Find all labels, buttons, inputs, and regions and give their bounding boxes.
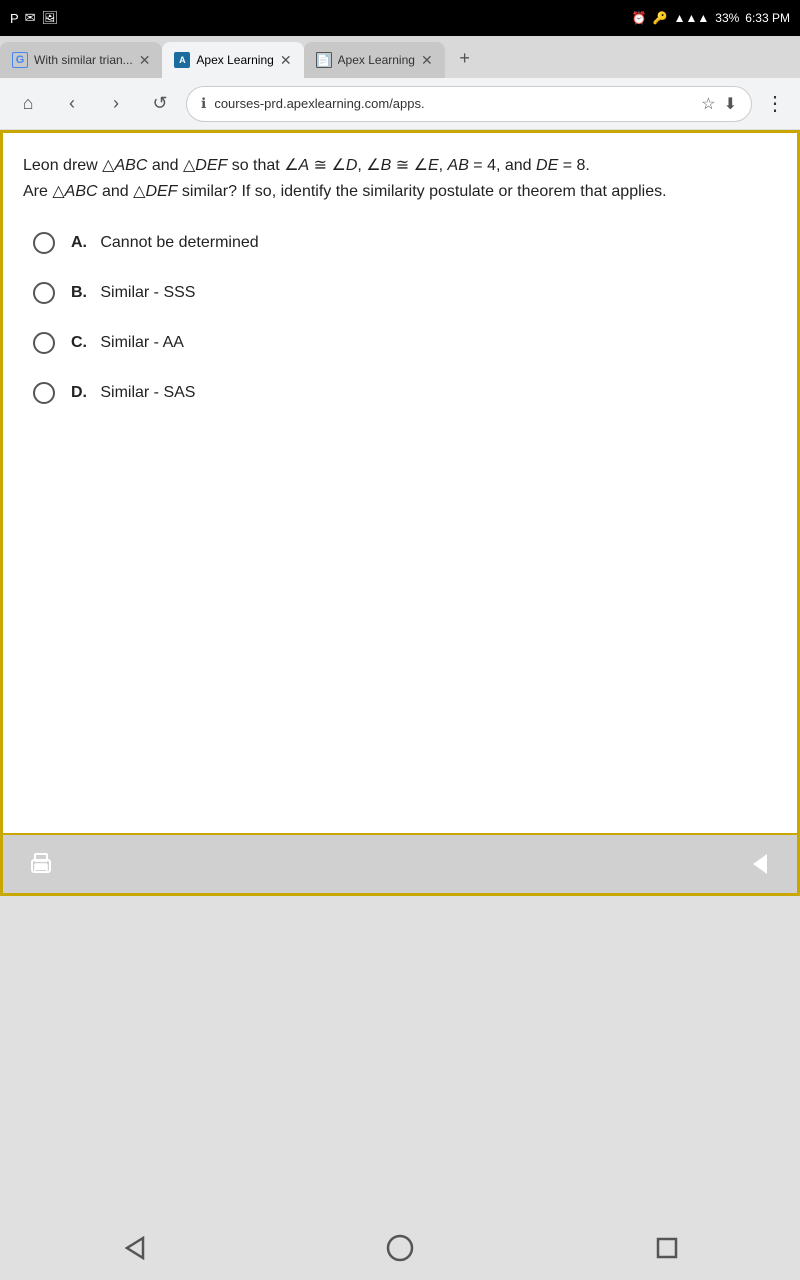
tab-google[interactable]: G With similar trian... ✕ <box>0 42 162 78</box>
android-back-button[interactable] <box>108 1223 158 1273</box>
android-recents-icon <box>649 1230 685 1266</box>
clock: 6:33 PM <box>745 11 790 25</box>
back-arrow-button[interactable] <box>737 842 781 886</box>
info-icon: ℹ <box>201 95 206 112</box>
signal-bars: ▲▲▲ <box>674 11 710 25</box>
battery-percent: 33% <box>715 11 739 25</box>
option-b-label: B. Similar - SSS <box>71 284 195 302</box>
android-nav-bar <box>0 1215 800 1280</box>
option-a-label: A. Cannot be determined <box>71 234 259 252</box>
tab-apex2[interactable]: 📄 Apex Learning ✕ <box>304 42 445 78</box>
tab-apex1-close[interactable]: ✕ <box>280 52 292 69</box>
android-home-button[interactable] <box>375 1223 425 1273</box>
option-c[interactable]: C. Similar - AA <box>33 332 777 354</box>
content-area: Leon drew △ABC and △DEF so that ∠A ≅ ∠D,… <box>0 130 800 896</box>
alarm-icon: ⏰ <box>632 11 647 25</box>
tab-google-label: With similar trian... <box>34 53 133 67</box>
option-c-label: C. Similar - AA <box>71 334 184 352</box>
download-icon[interactable]: ⬇ <box>724 94 737 114</box>
new-tab-button[interactable]: + <box>447 42 483 78</box>
apex1-tab-icon: A <box>174 52 190 68</box>
address-bar[interactable]: ℹ courses-prd.apexlearning.com/apps. ☆ ⬇ <box>186 86 752 122</box>
printer-icon <box>27 850 55 878</box>
tabs-row: G With similar trian... ✕ A Apex Learnin… <box>0 36 800 78</box>
question-container: Leon drew △ABC and △DEF so that ∠A ≅ ∠D,… <box>3 133 797 833</box>
question-text: Leon drew △ABC and △DEF so that ∠A ≅ ∠D,… <box>23 153 777 204</box>
status-left-icons: P ✉ 🖼 <box>10 10 58 26</box>
android-recents-button[interactable] <box>642 1223 692 1273</box>
android-back-icon <box>115 1230 151 1266</box>
bookmark-icon[interactable]: ☆ <box>701 94 715 114</box>
android-home-icon <box>382 1230 418 1266</box>
back-button[interactable]: ‹ <box>54 86 90 122</box>
vpn-icon: 🔑 <box>653 11 668 25</box>
print-button[interactable] <box>19 842 63 886</box>
address-text: courses-prd.apexlearning.com/apps. <box>214 96 693 111</box>
pocket-icon: P <box>10 11 19 26</box>
mail-icon: ✉ <box>25 10 36 26</box>
gray-section <box>0 896 800 1191</box>
navigation-bar: ⌂ ‹ › ↺ ℹ courses-prd.apexlearning.com/a… <box>0 78 800 130</box>
apex2-tab-icon: 📄 <box>316 52 332 68</box>
answer-options: A. Cannot be determined B. Similar - SSS… <box>33 232 777 404</box>
refresh-button[interactable]: ↺ <box>142 86 178 122</box>
radio-d[interactable] <box>33 382 55 404</box>
option-a[interactable]: A. Cannot be determined <box>33 232 777 254</box>
image-icon: 🖼 <box>42 10 59 26</box>
option-d[interactable]: D. Similar - SAS <box>33 382 777 404</box>
radio-b[interactable] <box>33 282 55 304</box>
status-right-info: ⏰ 🔑 ▲▲▲ 33% 6:33 PM <box>632 11 790 25</box>
forward-button[interactable]: › <box>98 86 134 122</box>
tab-google-close[interactable]: ✕ <box>139 52 151 69</box>
more-options-button[interactable]: ⋮ <box>760 86 790 122</box>
tab-apex2-close[interactable]: ✕ <box>421 52 433 69</box>
home-button[interactable]: ⌂ <box>10 86 46 122</box>
status-bar: P ✉ 🖼 ⏰ 🔑 ▲▲▲ 33% 6:33 PM <box>0 0 800 36</box>
option-d-label: D. Similar - SAS <box>71 384 195 402</box>
google-tab-icon: G <box>12 52 28 68</box>
tab-apex1-label: Apex Learning <box>196 53 273 67</box>
radio-a[interactable] <box>33 232 55 254</box>
option-b[interactable]: B. Similar - SSS <box>33 282 777 304</box>
tab-apex1[interactable]: A Apex Learning ✕ <box>162 42 303 78</box>
left-arrow-icon <box>745 850 773 878</box>
radio-c[interactable] <box>33 332 55 354</box>
tab-apex2-label: Apex Learning <box>338 53 415 67</box>
bottom-toolbar <box>3 833 797 893</box>
